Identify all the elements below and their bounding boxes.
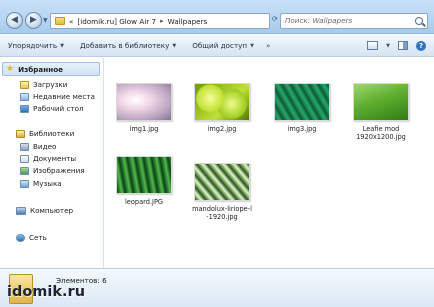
breadcrumb-glow-air[interactable]: [idomik.ru] Glow Air 7 [77,17,156,26]
add-to-library-menu[interactable]: Добавить в библиотеку ▼ [72,41,184,50]
more-commands-button[interactable]: » [262,41,274,50]
nav-item-music[interactable]: Музыка [20,179,62,188]
add-to-library-label: Добавить в библиотеку [79,41,170,50]
file-item[interactable]: leopard.JPG [109,156,179,206]
image-thumbnail [116,83,172,121]
nav-item-downloads[interactable]: Загрузки [20,80,67,89]
nav-network[interactable]: Сеть [16,233,47,242]
network-icon [16,233,25,242]
preview-pane-icon[interactable] [398,41,408,50]
navigation-pane: ★ Избранное Загрузки Недавние места Рабо… [0,58,104,268]
view-options-chevron-icon[interactable]: ▼ [386,43,390,49]
change-view-icon[interactable] [367,41,379,50]
search-icon[interactable] [415,17,423,25]
file-name: Leafie mod 1920x1200.jpg [356,125,406,141]
file-name: img2.jpg [207,125,237,133]
image-thumbnail [116,156,172,194]
video-library-icon [20,142,29,151]
images-library-icon [20,166,29,175]
file-item[interactable]: Leafie mod 1920x1200.jpg [346,83,416,141]
help-icon[interactable]: ? [416,40,426,51]
image-thumbnail [194,163,250,201]
nav-computer[interactable]: Компьютер [16,206,73,215]
refresh-icon[interactable]: ⟳ [272,15,278,23]
folder-icon [55,17,65,25]
file-item[interactable]: img1.jpg [109,83,179,133]
nav-item-label: Изображения [33,166,85,175]
recent-places-icon [20,92,29,101]
breadcrumb-overflow[interactable]: « [69,17,73,26]
breadcrumb-wallpapers[interactable]: Wallpapers [168,17,208,26]
nav-libraries-label: Библиотеки [29,129,75,138]
forward-button[interactable]: ▶ [25,12,42,29]
desktop-icon [20,104,29,113]
image-thumbnail [194,83,250,121]
image-thumbnail [353,83,409,121]
computer-icon [16,206,26,215]
file-list: img1.jpg img2.jpg img3.jpg Leafie mod 19… [105,58,434,268]
libraries-icon [16,129,25,138]
share-label: Общий доступ [192,41,248,50]
organize-label: Упорядочить [8,41,58,50]
watermark-text: idomik.ru [7,284,86,300]
breadcrumb-separator-icon[interactable]: ▸ [160,17,164,25]
nav-item-label: Документы [33,154,77,163]
chevron-down-icon: ▼ [60,42,64,49]
chevron-down-icon: ▼ [250,42,254,49]
chevron-down-icon: ▼ [172,42,177,49]
file-item[interactable]: img2.jpg [187,83,257,133]
address-bar[interactable]: « [idomik.ru] Glow Air 7 ▸ Wallpapers [50,13,270,29]
file-name: mandolux-liriope-l -1920.jpg [192,205,252,221]
nav-item-video[interactable]: Видео [20,142,56,151]
nav-item-label: Недавние места [33,92,95,101]
arrow-left-icon: ◀ [11,15,18,25]
file-name: leopard.JPG [124,198,164,206]
title-bar: ◀ ▶ ▼ « [idomik.ru] Glow Air 7 ▸ Wallpap… [0,0,434,34]
explorer-window: ◀ ▶ ▼ « [idomik.ru] Glow Air 7 ▸ Wallpap… [0,0,434,307]
nav-item-label: Рабочий стол [33,104,84,113]
arrow-right-icon: ▶ [30,15,37,25]
search-input[interactable]: Поиск: Wallpapers [280,13,428,29]
file-name: img1.jpg [129,125,159,133]
nav-favorites[interactable]: ★ Избранное [2,62,100,76]
nav-libraries[interactable]: Библиотеки [16,129,74,138]
history-dropdown-icon[interactable]: ▼ [43,17,48,24]
back-button[interactable]: ◀ [6,12,23,29]
command-bar: Упорядочить ▼ Добавить в библиотеку ▼ Об… [0,35,434,57]
downloads-folder-icon [20,80,29,89]
file-item[interactable]: mandolux-liriope-l -1920.jpg [187,163,257,221]
nav-network-label: Сеть [29,233,47,242]
nav-item-desktop[interactable]: Рабочий стол [20,104,84,113]
file-item[interactable]: img3.jpg [267,83,337,133]
organize-menu[interactable]: Упорядочить ▼ [0,41,72,50]
share-menu[interactable]: Общий доступ ▼ [184,41,262,50]
file-name: img3.jpg [287,125,317,133]
nav-item-images[interactable]: Изображения [20,166,85,175]
search-placeholder: Поиск: Wallpapers [285,16,353,25]
nav-computer-label: Компьютер [30,206,74,215]
nav-item-label: Видео [33,142,57,151]
nav-item-label: Музыка [33,179,62,188]
star-icon: ★ [6,63,15,74]
music-library-icon [20,179,29,188]
documents-library-icon [20,154,29,163]
nav-item-label: Загрузки [33,80,68,89]
nav-favorites-label: Избранное [18,64,64,74]
image-thumbnail [274,83,330,121]
nav-item-documents[interactable]: Документы [20,154,76,163]
nav-item-recent-places[interactable]: Недавние места [20,92,95,101]
